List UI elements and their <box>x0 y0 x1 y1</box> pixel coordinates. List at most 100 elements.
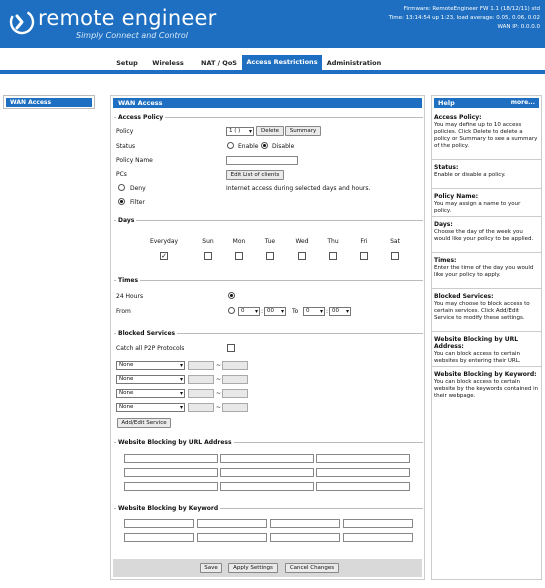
service-select-1[interactable]: None <box>116 361 185 370</box>
p2p-checkbox[interactable] <box>227 344 235 352</box>
url-input-1[interactable] <box>124 454 218 463</box>
add-edit-service-button[interactable]: Add/Edit Service <box>117 418 171 428</box>
service-port-end-4[interactable] <box>222 403 248 412</box>
day-check-sun[interactable] <box>204 252 212 260</box>
url-input-6[interactable] <box>316 468 410 477</box>
hours24-label: 24 Hours <box>116 293 144 300</box>
help-access-policy-text: You may define up to 10 access policies.… <box>434 122 538 149</box>
from-radio[interactable] <box>228 307 235 314</box>
from-hour-select[interactable]: 0 <box>238 307 260 316</box>
filter-radio[interactable] <box>118 198 125 205</box>
to-min-select[interactable]: 00 <box>329 307 351 316</box>
help-policy-name: Policy Name: You may assign a name to yo… <box>434 193 539 215</box>
day-check-sat[interactable] <box>391 252 399 260</box>
deny-radio[interactable] <box>118 184 125 191</box>
tab-setup[interactable]: Setup <box>112 57 142 70</box>
service-port-start-4[interactable] <box>188 403 214 412</box>
from-min-select[interactable]: 00 <box>264 307 286 316</box>
url-input-4[interactable] <box>124 468 218 477</box>
url-input-7[interactable] <box>124 482 218 491</box>
edit-list-of-clients-button[interactable]: Edit List of clients <box>226 170 284 180</box>
access-policy-legend: Access Policy <box>116 114 166 121</box>
service-port-start-2[interactable] <box>188 375 214 384</box>
pcs-label: PCs <box>116 171 127 178</box>
help-blocked-services-title: Blocked Services: <box>434 293 494 300</box>
url-input-8[interactable] <box>220 482 314 491</box>
day-check-tue[interactable] <box>266 252 274 260</box>
keyword-input-4[interactable] <box>343 519 413 528</box>
service-port-start-3[interactable] <box>188 389 214 398</box>
service-port-start-1[interactable] <box>188 361 214 370</box>
from-label: From <box>116 308 131 315</box>
tab-nat-qos[interactable]: NAT / QoS <box>196 57 242 70</box>
sub-menu-item-wan-access[interactable]: WAN Access <box>6 98 92 107</box>
nav-underline <box>0 70 545 74</box>
firmware-text: Firmware: RemoteEngineer FW 1.1 (18/12/1… <box>403 6 540 12</box>
blocked-services-section: Blocked Services Catch all P2P Protocols… <box>114 330 423 431</box>
keyword-input-1[interactable] <box>124 519 194 528</box>
status-enable-radio[interactable] <box>227 142 234 149</box>
cancel-changes-button[interactable]: Cancel Changes <box>285 563 339 573</box>
keyword-input-3[interactable] <box>270 519 340 528</box>
keyword-input-2[interactable] <box>197 519 267 528</box>
url-input-5[interactable] <box>220 468 314 477</box>
help-keyword-blocking: Website Blocking by Keyword: You can blo… <box>434 371 539 400</box>
policy-name-input[interactable] <box>226 156 298 165</box>
save-button[interactable]: Save <box>200 563 222 573</box>
keyword-input-8[interactable] <box>343 533 413 542</box>
times-legend: Times <box>116 277 141 284</box>
help-policy-name-title: Policy Name: <box>434 193 478 200</box>
status-disable-radio[interactable] <box>261 142 268 149</box>
day-label-wed: Wed <box>295 238 309 245</box>
url-input-2[interactable] <box>220 454 314 463</box>
day-label-fri: Fri <box>360 238 368 245</box>
service-port-end-1[interactable] <box>222 361 248 370</box>
main-nav: Setup Wireless NAT / QoS Access Restrict… <box>0 55 545 74</box>
tab-wireless[interactable]: Wireless <box>150 57 186 70</box>
keyword-input-5[interactable] <box>124 533 194 542</box>
apply-settings-button[interactable]: Apply Settings <box>228 563 278 573</box>
service-port-end-3[interactable] <box>222 389 248 398</box>
help-access-policy-title: Access Policy: <box>434 114 482 121</box>
service-port-end-2[interactable] <box>222 375 248 384</box>
times-section: Times 24 Hours From 0 : 00 To 0 : 00 <box>114 277 423 324</box>
tab-access-restrictions[interactable]: Access Restrictions <box>242 55 322 70</box>
help-status-title: Status: <box>434 164 459 171</box>
range-separator-1: ~ <box>216 362 222 369</box>
help-title-bar: Help more... <box>434 98 539 108</box>
day-check-mon[interactable] <box>235 252 243 260</box>
keyword-input-6[interactable] <box>197 533 267 542</box>
day-check-wed[interactable] <box>298 252 306 260</box>
p2p-label: Catch all P2P Protocols <box>116 345 185 352</box>
delete-button[interactable]: Delete <box>256 126 284 136</box>
service-select-2[interactable]: None <box>116 375 185 384</box>
url-input-3[interactable] <box>316 454 410 463</box>
help-status: Status: Enable or disable a policy. <box>434 164 539 179</box>
keyword-input-7[interactable] <box>270 533 340 542</box>
policy-name-label: Policy Name <box>116 157 153 164</box>
day-check-everyday[interactable]: ✓ <box>160 252 168 260</box>
to-hour-select[interactable]: 0 <box>303 307 325 316</box>
access-policy-section: Access Policy Policy 1 ( ) Delete Summar… <box>114 114 423 213</box>
day-check-thu[interactable] <box>329 252 337 260</box>
help-blocked-services-text: You may choose to block access to certai… <box>434 301 530 321</box>
day-check-fri[interactable] <box>360 252 368 260</box>
service-select-4[interactable]: None <box>116 403 185 412</box>
url-input-9[interactable] <box>316 482 410 491</box>
summary-button[interactable]: Summary <box>285 126 321 136</box>
policy-select[interactable]: 1 ( ) <box>226 127 254 136</box>
days-section: Days Everyday Sun Mon Tue Wed Thu Fri Sa… <box>114 217 423 270</box>
day-label-tue: Tue <box>264 238 276 245</box>
help-more-link[interactable]: more... <box>511 98 535 108</box>
action-bar: Save Apply Settings Cancel Changes <box>113 559 422 577</box>
page-title: WAN Access <box>113 98 422 108</box>
help-url-blocking: Website Blocking by URL Address: You can… <box>434 336 539 365</box>
url-blocking-legend: Website Blocking by URL Address <box>116 439 234 446</box>
service-select-3[interactable]: None <box>116 389 185 398</box>
tab-administration[interactable]: Administration <box>326 57 382 70</box>
help-times-text: Enter the time of the day you would like… <box>434 265 534 278</box>
hours24-radio[interactable] <box>228 292 235 299</box>
help-times-title: Times: <box>434 257 457 264</box>
range-separator-4: ~ <box>216 404 222 411</box>
help-divider <box>432 331 541 332</box>
